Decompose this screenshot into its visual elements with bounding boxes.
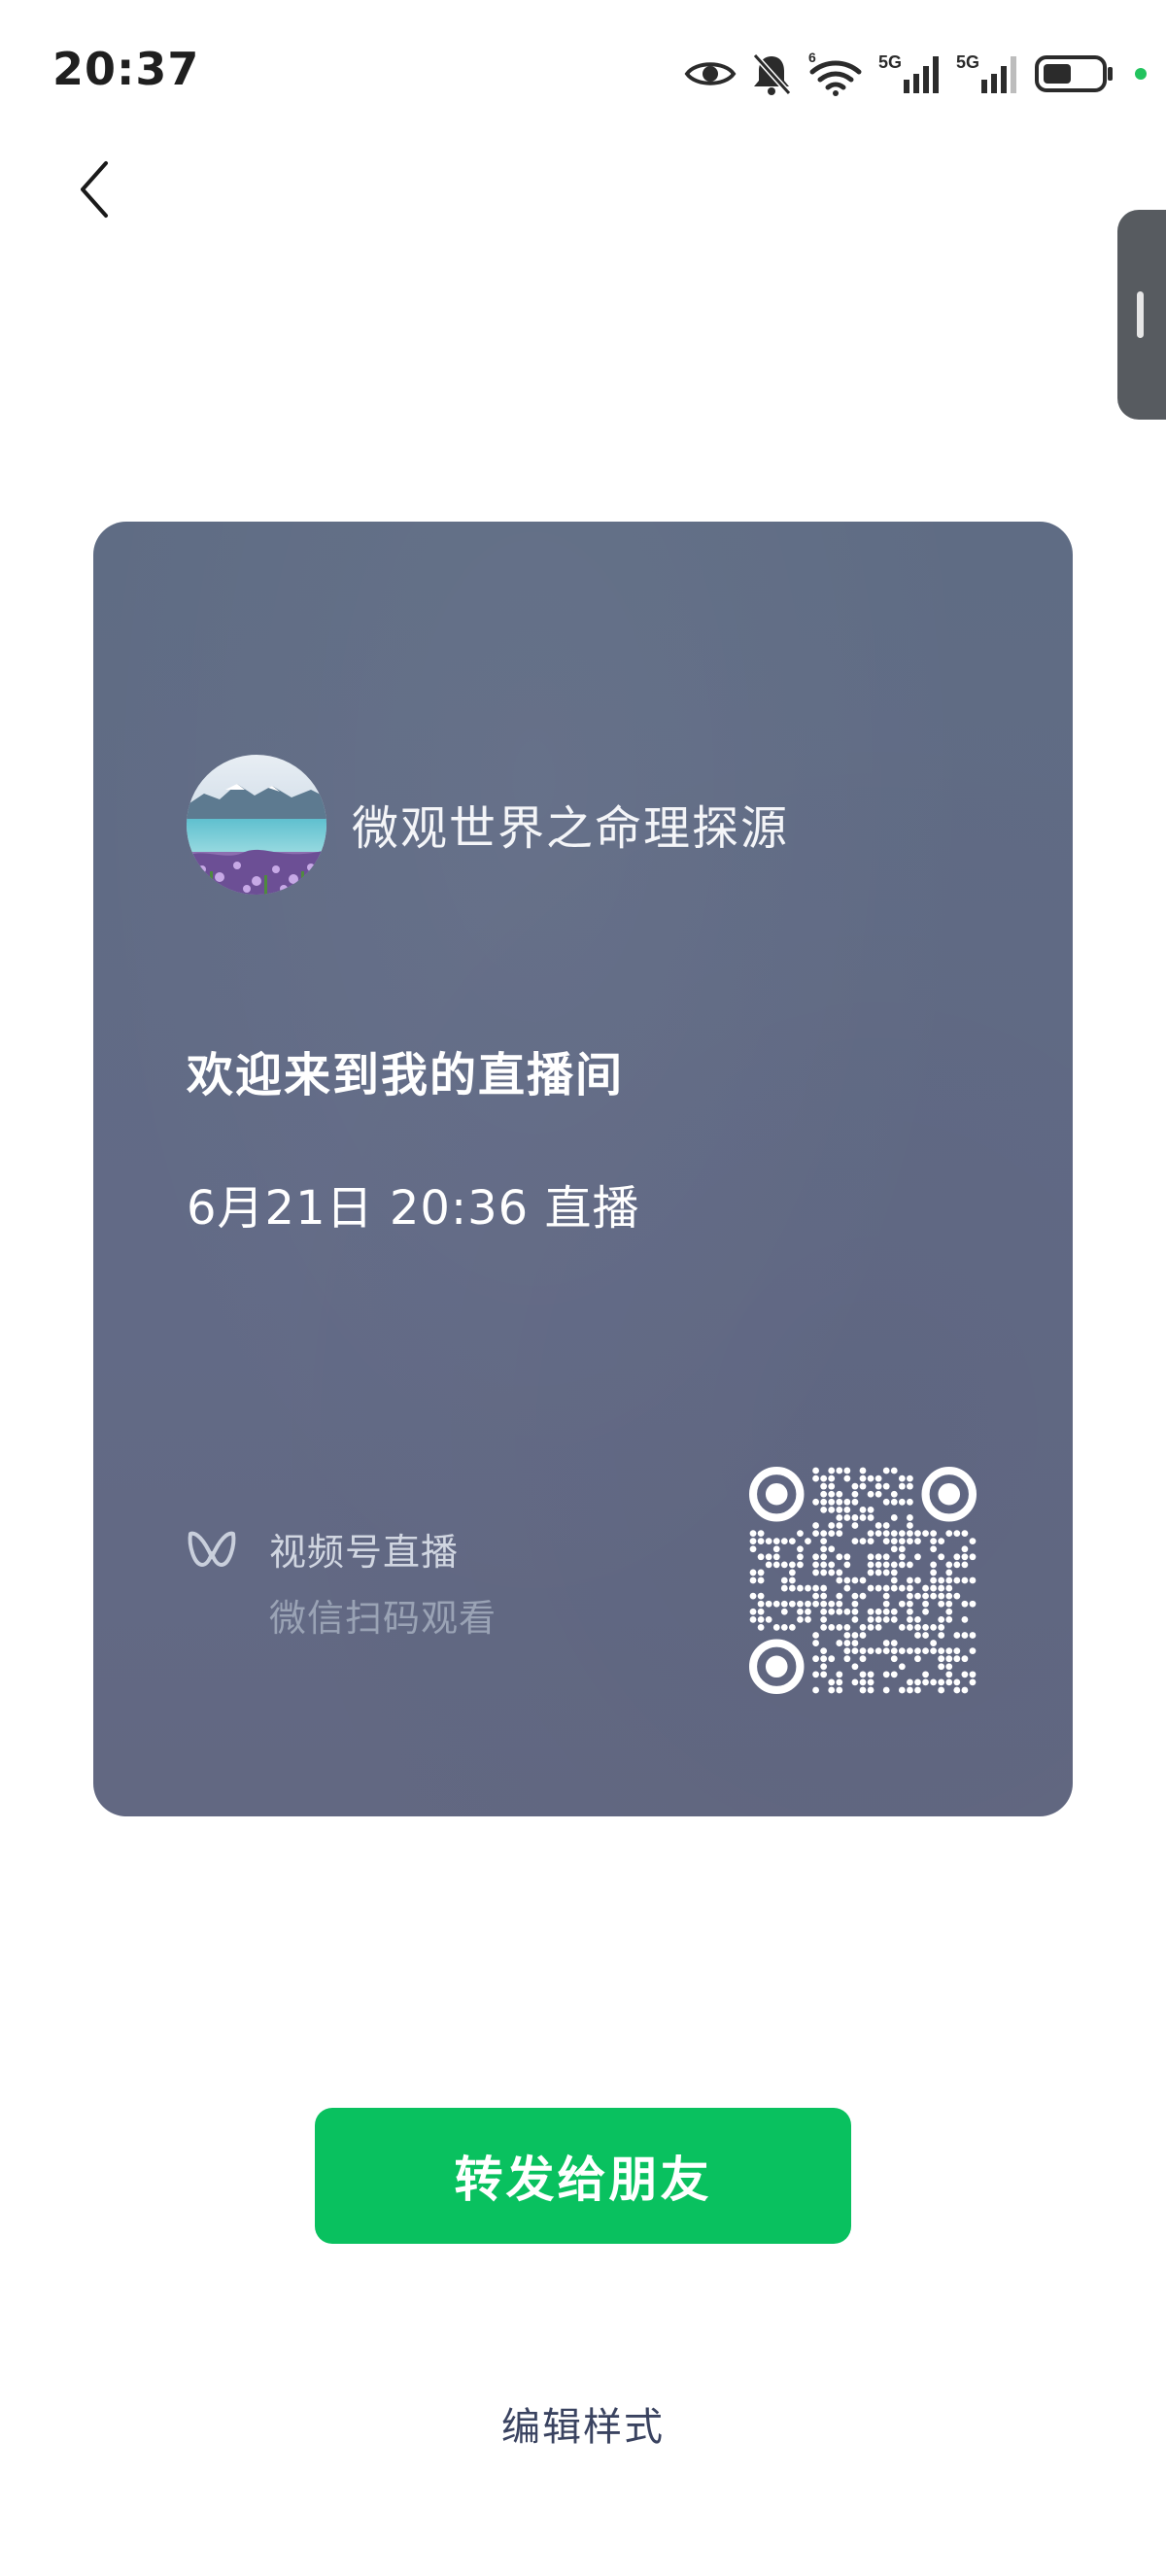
qr-finder-center bbox=[765, 1482, 788, 1506]
qr-code bbox=[749, 1467, 977, 1694]
signal-5g-icon: 5G bbox=[878, 52, 939, 93]
live-poster-screen: 20:37 6 5G 5G 微观世界之命理探源 欢迎来到我的直播间 6月21日 … bbox=[0, 0, 1166, 2576]
back-button[interactable] bbox=[60, 155, 128, 223]
svg-text:5G: 5G bbox=[878, 52, 902, 72]
bell-muted-icon bbox=[752, 52, 792, 96]
live-poster-card: 微观世界之命理探源 欢迎来到我的直播间 6月21日 20:36 直播 视频号直播… bbox=[93, 522, 1073, 1816]
channel-name: 微观世界之命理探源 bbox=[352, 801, 790, 856]
avatar bbox=[187, 755, 326, 895]
signal-5g-icon-2: 5G bbox=[956, 52, 1016, 93]
status-time: 20:37 bbox=[52, 43, 200, 95]
chevron-left-icon bbox=[81, 161, 108, 218]
svg-text:5G: 5G bbox=[956, 52, 979, 72]
live-time: 6月21日 20:36 直播 bbox=[187, 1181, 640, 1236]
channels-butterfly-icon bbox=[188, 1531, 236, 1567]
svg-text:6: 6 bbox=[808, 51, 816, 65]
share-to-friend-button[interactable]: 转发给朋友 bbox=[315, 2108, 851, 2244]
edit-style-link[interactable]: 编辑样式 bbox=[0, 2395, 1166, 2452]
battery-icon bbox=[1035, 55, 1113, 92]
wifi-icon: 6 bbox=[808, 51, 862, 96]
qr-finder-center bbox=[938, 1482, 961, 1506]
active-indicator-dot bbox=[1135, 68, 1147, 80]
floating-side-handle[interactable] bbox=[1117, 210, 1166, 420]
scan-hint: 微信扫码观看 bbox=[269, 1597, 497, 1640]
channels-live-label: 视频号直播 bbox=[269, 1531, 460, 1574]
eye-icon bbox=[684, 62, 737, 85]
live-title: 欢迎来到我的直播间 bbox=[187, 1048, 625, 1102]
qr-finder-center bbox=[765, 1655, 788, 1678]
handle-bar bbox=[1136, 291, 1144, 338]
status-icons: 6 5G 5G bbox=[684, 47, 1147, 101]
status-bar: 20:37 6 5G 5G bbox=[0, 0, 1166, 146]
